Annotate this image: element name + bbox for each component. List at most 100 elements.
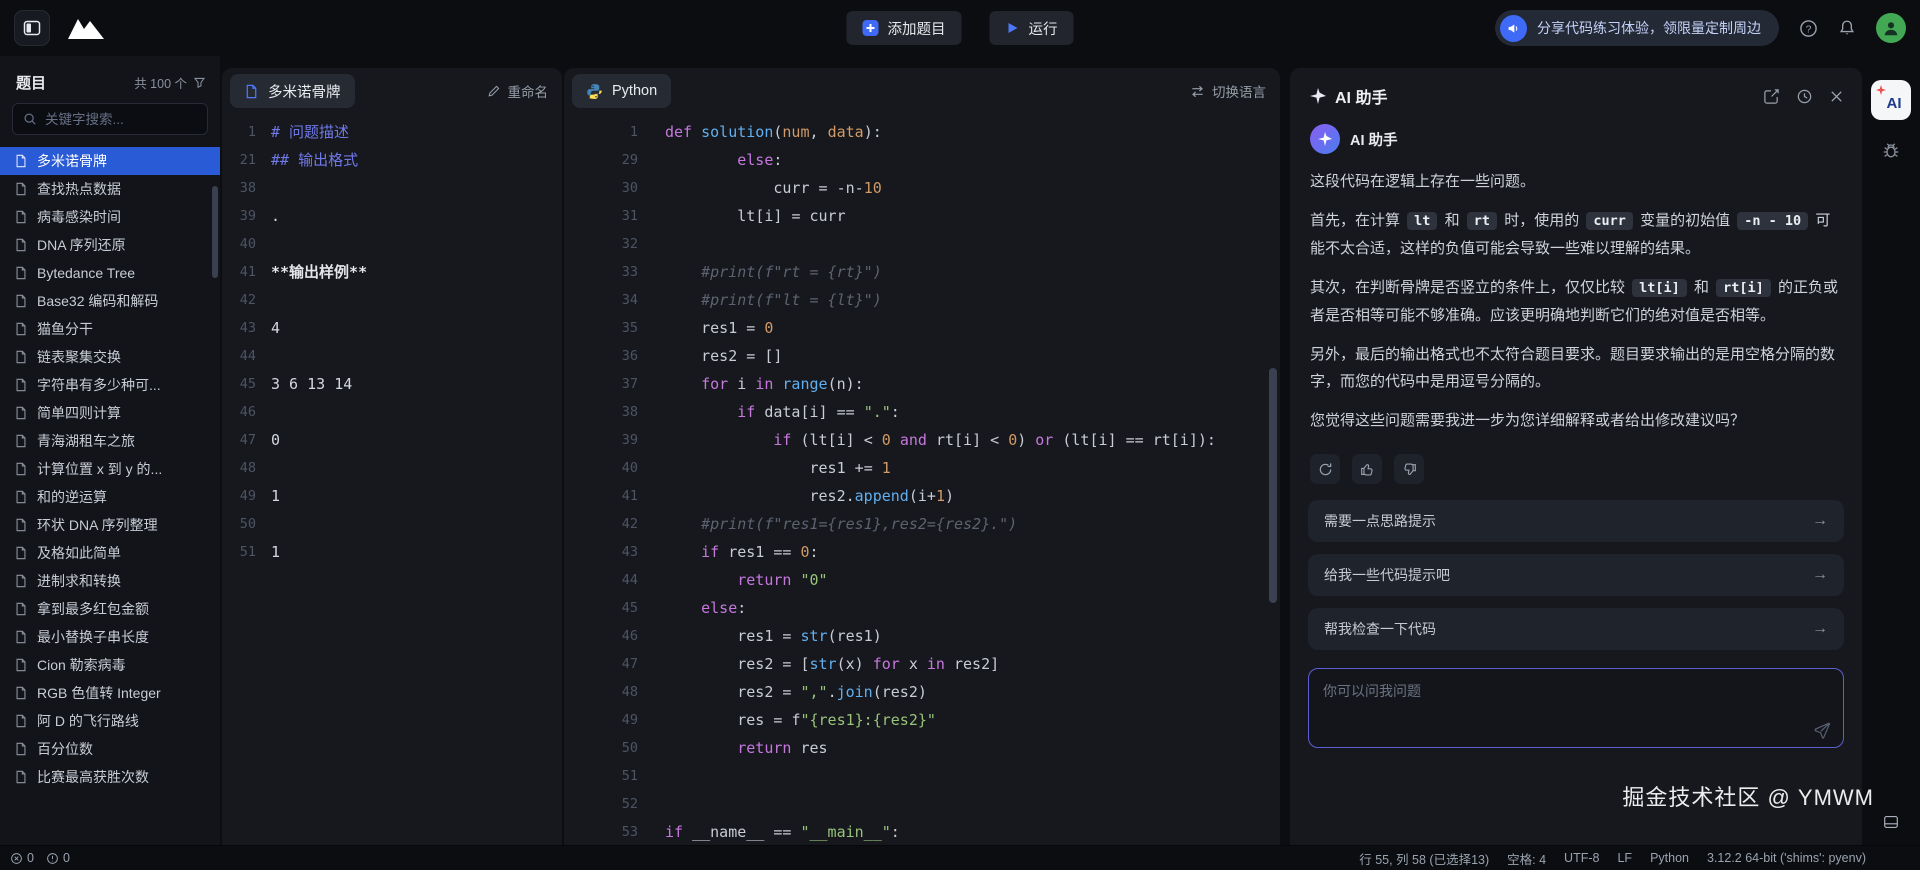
problems-sidebar: 题目 共 100 个 多米诺骨牌查找热点数据病毒感染时间DNA 序列还原Byte… [0,56,220,845]
sidebar-item-label: 百分位数 [37,739,93,759]
line-number: 49 [222,482,256,510]
sidebar-item[interactable]: 简单四则计算 [0,399,220,427]
editor-line: 45 else: [564,594,1280,622]
sidebar-item[interactable]: 和的逆运算 [0,483,220,511]
ai-avatar [1310,124,1340,154]
sidebar-item[interactable]: 计算位置 x 到 y 的... [0,455,220,483]
share-icon[interactable] [1763,88,1780,105]
pencil-icon [487,84,501,98]
inline-code-chip: -n - 10 [1737,212,1808,230]
document-icon [14,210,28,224]
sidebar-scrollbar[interactable] [212,186,218,278]
sidebar-item[interactable]: 最小替换子串长度 [0,623,220,651]
line-number: 33 [564,258,638,286]
add-problem-button[interactable]: 添加题目 [847,11,962,45]
document-icon [14,434,28,448]
sidebar-item-label: 链表聚集交换 [37,347,121,367]
user-avatar[interactable] [1876,13,1906,43]
sidebar-item[interactable]: 及格如此简单 [0,539,220,567]
line-content: **输出样例** [271,258,367,286]
editor-scrollbar[interactable] [1269,368,1277,603]
regenerate-icon[interactable] [1310,454,1340,484]
sidebar-item[interactable]: 环状 DNA 序列整理 [0,511,220,539]
warnings-indicator[interactable]: 0 [46,851,70,865]
sidebar-item[interactable]: 百分位数 [0,735,220,763]
sidebar-item[interactable]: DNA 序列还原 [0,231,220,259]
sidebar-item[interactable]: 查找热点数据 [0,175,220,203]
search-input[interactable] [45,112,197,127]
editor-line: 40 res1 += 1 [564,454,1280,482]
sidebar-item[interactable]: 多米诺骨牌 [0,147,220,175]
line-content: lt[i] = curr [665,202,846,230]
switch-language-button[interactable]: 切换语言 [1190,81,1266,101]
sidebar-item[interactable]: Cion 勒索病毒 [0,651,220,679]
sidebar-item[interactable]: 字符串有多少种可... [0,371,220,399]
editor-line: 38 [222,174,562,202]
ai-suggestion-button[interactable]: 需要一点思路提示→ [1308,500,1844,542]
sidebar-item[interactable]: Bytedance Tree [0,259,220,287]
editor-line: 46 res1 = str(res1) [564,622,1280,650]
sidebar-item[interactable]: 病毒感染时间 [0,203,220,231]
line-number: 46 [564,622,638,650]
filter-icon[interactable] [193,76,206,89]
rename-button[interactable]: 重命名 [487,81,549,101]
indentation-setting[interactable]: 空格: 4 [1507,849,1546,868]
sidebar-item[interactable]: RGB 色值转 Integer [0,679,220,707]
ai-assistant-name: AI 助手 [1350,129,1398,150]
line-content: res2 = ",".join(res2) [665,678,927,706]
ai-input-textarea[interactable] [1309,669,1843,747]
promo-banner[interactable]: 分享代码练习体验，领限量定制周边 [1495,10,1779,46]
run-button[interactable]: 运行 [990,11,1074,45]
problem-tab[interactable]: 多米诺骨牌 [230,74,355,108]
language-tab[interactable]: Python [572,74,671,108]
history-icon[interactable] [1796,88,1813,105]
line-number: 43 [222,314,256,342]
ai-fab-button[interactable]: AI [1871,80,1911,120]
sidebar-item[interactable]: 链表聚集交换 [0,343,220,371]
thumb-down-icon[interactable] [1394,454,1424,484]
sidebar-item[interactable]: 拿到最多红包金额 [0,595,220,623]
send-icon[interactable] [1813,721,1831,739]
sidebar-item[interactable]: Base32 编码和解码 [0,287,220,315]
ai-suggestion-button[interactable]: 给我一些代码提示吧→ [1308,554,1844,596]
run-label: 运行 [1029,18,1058,39]
line-number: 37 [564,370,638,398]
statusbar: 0 0 行 55, 列 58 (已选择13) 空格: 4 UTF-8 LF Py… [0,845,1920,870]
errors-indicator[interactable]: 0 [10,851,34,865]
sidebar-item[interactable]: 比赛最高获胜次数 [0,763,220,791]
interpreter-info[interactable]: 3.12.2 64-bit ('shims': pyenv) [1707,851,1866,865]
editor-line: 33 #print(f"rt = {rt}") [564,258,1280,286]
eol-setting[interactable]: LF [1617,851,1632,865]
sidebar-item[interactable]: 阿 D 的飞行路线 [0,707,220,735]
cursor-position[interactable]: 行 55, 列 58 (已选择13) [1359,849,1489,868]
search-box[interactable] [12,103,208,135]
inline-code-chip: lt [1407,212,1437,230]
ai-input-box[interactable] [1308,668,1844,748]
line-number: 51 [222,538,256,566]
sidebar-item[interactable]: 进制求和转换 [0,567,220,595]
bell-icon[interactable] [1838,19,1856,37]
line-content: #print(f"rt = {rt}") [665,258,882,286]
editor-line: 48 [222,454,562,482]
editor-line: 470 [222,426,562,454]
ai-suggestion-button[interactable]: 帮我检查一下代码→ [1308,608,1844,650]
close-icon[interactable] [1829,88,1844,105]
sidebar-item[interactable]: 青海湖租车之旅 [0,427,220,455]
bug-icon[interactable] [1881,140,1901,160]
arrow-right-icon: → [1812,566,1828,584]
sidebar-toggle-icon[interactable] [14,10,50,46]
sidebar-item-label: 字符串有多少种可... [37,375,161,395]
problem-editor[interactable]: 1# 问题描述21## 输出格式3839.4041**输出样例**4243444… [222,114,562,845]
language-mode[interactable]: Python [1650,851,1689,865]
document-icon [14,182,28,196]
error-icon [10,852,23,865]
thumb-up-icon[interactable] [1352,454,1382,484]
encoding-setting[interactable]: UTF-8 [1564,851,1599,865]
code-editor[interactable]: 1def solution(num, data):29 else:30 curr… [564,114,1280,845]
document-icon [14,630,28,644]
sidebar-item[interactable]: 猫鱼分干 [0,315,220,343]
line-content: res2 = [str(x) for x in res2] [665,650,999,678]
help-icon[interactable]: ? [1799,19,1818,38]
editor-line: 29 else: [564,146,1280,174]
panel-layout-icon[interactable] [1882,813,1900,831]
